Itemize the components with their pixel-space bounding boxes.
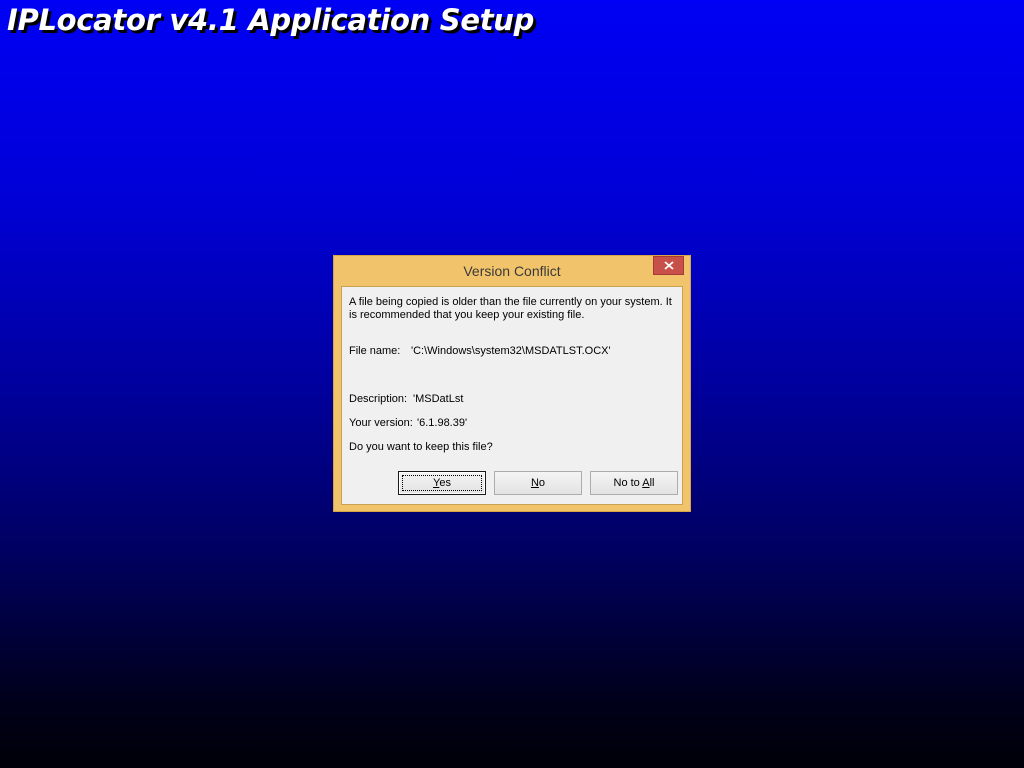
version-value: '6.1.98.39' bbox=[417, 417, 468, 429]
close-icon bbox=[664, 261, 674, 270]
description-value: 'MSDatLst bbox=[413, 393, 464, 405]
file-name-value: 'C:\Windows\system32\MSDATLST.OCX' bbox=[411, 345, 611, 357]
dialog-titlebar[interactable]: Version Conflict bbox=[334, 256, 690, 286]
intro-text-line2: is recommended that you keep your existi… bbox=[349, 309, 585, 321]
yes-button[interactable]: Yes bbox=[398, 471, 486, 495]
no-button[interactable]: No bbox=[494, 471, 582, 495]
keep-file-question: Do you want to keep this file? bbox=[349, 441, 493, 453]
dialog-body: A file being copied is older than the fi… bbox=[341, 286, 683, 505]
file-name-label: File name: bbox=[349, 345, 401, 357]
version-conflict-dialog: Version Conflict A file being copied is … bbox=[333, 255, 691, 512]
intro-text-line1: A file being copied is older than the fi… bbox=[349, 296, 672, 308]
no-button-label: No bbox=[530, 477, 546, 489]
close-button[interactable] bbox=[653, 256, 684, 275]
description-label: Description: bbox=[349, 393, 408, 405]
setup-title: IPLocator v4.1 Application Setup bbox=[7, 3, 535, 37]
no-to-all-button-label: No to All bbox=[613, 477, 655, 489]
version-label: Your version: bbox=[349, 417, 413, 429]
no-to-all-button[interactable]: No to All bbox=[590, 471, 678, 495]
focus-rectangle bbox=[402, 475, 482, 491]
dialog-title: Version Conflict bbox=[463, 263, 561, 279]
